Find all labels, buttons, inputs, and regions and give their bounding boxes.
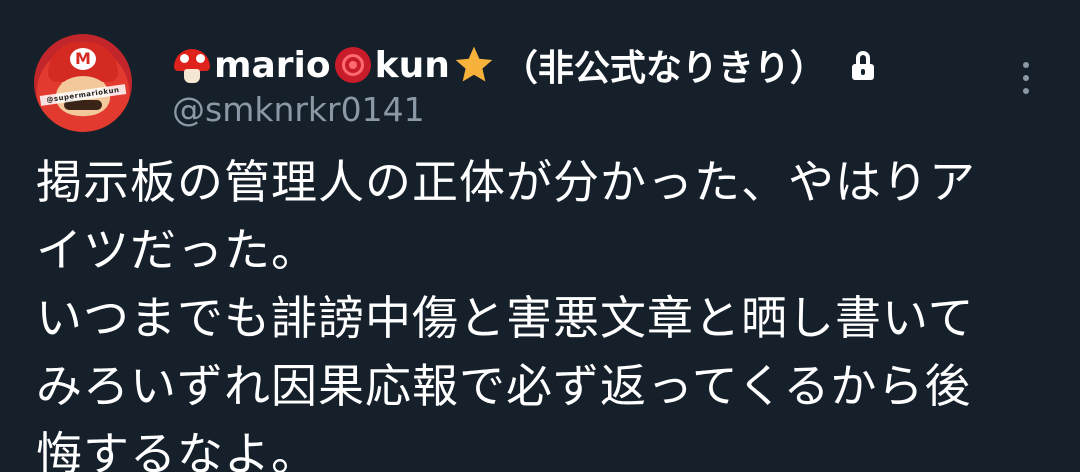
tweet-header: mario kun （非公式なりきり） — [170, 40, 878, 90]
display-name[interactable]: mario kun （非公式なりきり） — [170, 39, 826, 91]
display-name-part1: mario — [214, 44, 331, 86]
star-icon — [452, 45, 493, 85]
avatar-cap-badge: M — [70, 48, 96, 70]
more-options-icon[interactable] — [1014, 58, 1038, 98]
tweet: M @supermariokun mario kun （非公式なりきり） @sm… — [0, 0, 1080, 472]
lock-icon — [848, 48, 878, 82]
user-handle[interactable]: @smknrkr0141 — [172, 90, 425, 129]
rose-icon — [333, 45, 373, 85]
display-name-suffix: （非公式なりきり） — [501, 48, 826, 89]
tweet-text: 掲示板の管理人の正体が分かった、やはりア イツだった。 いつまでも誹謗中傷と害悪… — [36, 155, 976, 472]
avatar[interactable]: M @supermariokun — [34, 34, 132, 132]
mushroom-icon — [172, 45, 212, 85]
display-name-part2: kun — [374, 44, 450, 86]
